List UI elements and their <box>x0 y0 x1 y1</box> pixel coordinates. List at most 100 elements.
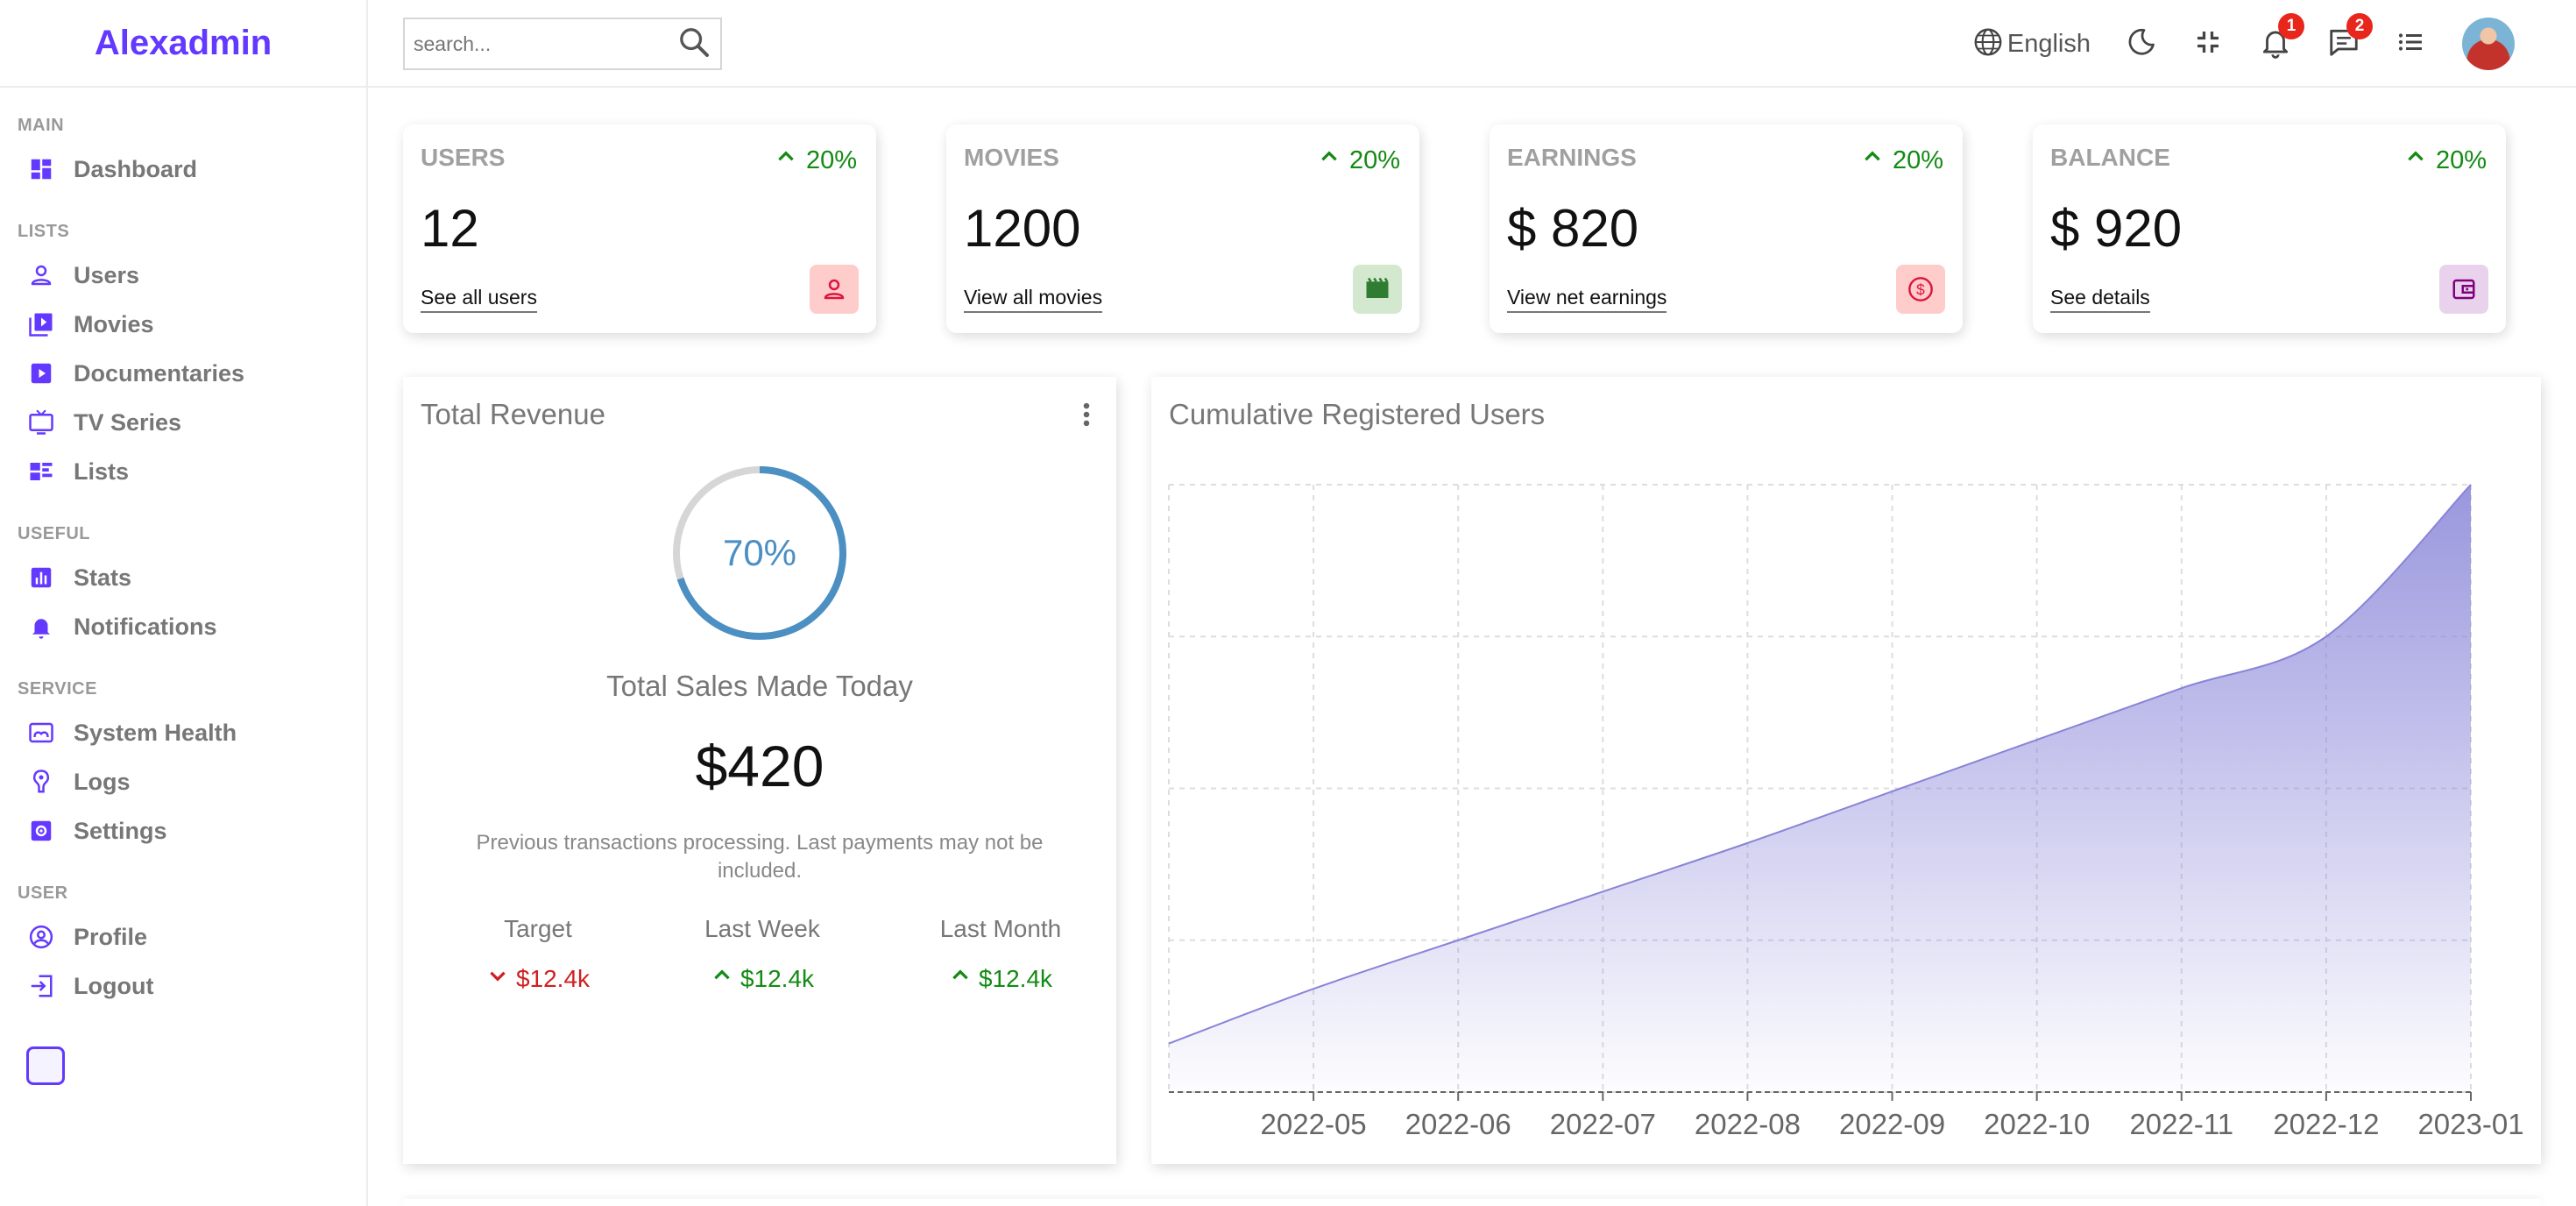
widget-percentage: 20% <box>1861 145 1943 175</box>
widget-link[interactable]: See all users <box>421 286 537 313</box>
widget-balance: BALANCE 20% $ 920 See details <box>2033 124 2506 333</box>
lists-icon <box>26 457 56 486</box>
logs-icon <box>26 767 56 797</box>
sidebar-item-movies[interactable]: Movies <box>0 300 366 349</box>
language-label: English <box>2006 29 2091 58</box>
sidebar-item-users[interactable]: Users <box>0 251 366 300</box>
summary-label: Target <box>504 915 572 942</box>
moon-icon <box>2126 26 2157 62</box>
arrow-up-icon <box>711 964 740 993</box>
summary-label: Last Week <box>704 915 820 942</box>
summary-value: $12.4k <box>442 964 634 993</box>
sidebar-item-lists[interactable]: Lists <box>0 447 366 496</box>
sidebar-section-title: USER <box>18 883 68 903</box>
x-tick-label: 2022-05 <box>1261 1108 1367 1140</box>
sidebar-item-logout[interactable]: Logout <box>0 961 366 1011</box>
sidebar: Alexadmin MAIN Dashboard LISTS Users Movies D… <box>0 0 368 1206</box>
sidebar-item-dashboard[interactable]: Dashboard <box>0 145 366 194</box>
sidebar-item-label: Profile <box>74 923 148 950</box>
widget-value: 12 <box>421 199 479 258</box>
summary-value: $12.4k <box>666 964 859 993</box>
x-tick-label: 2022-07 <box>1550 1108 1656 1140</box>
messages-button[interactable]: 2 <box>2327 12 2373 63</box>
more-vert-icon[interactable] <box>1079 400 1093 434</box>
video-library-icon <box>26 309 56 339</box>
list-icon <box>2396 26 2427 62</box>
brand-name[interactable]: Alexadmin <box>95 24 272 63</box>
sidebar-item-documentaries[interactable]: Documentaries <box>0 349 366 398</box>
notifications-button[interactable]: 1 <box>2259 12 2304 63</box>
sidebar-item-label: Movies <box>74 310 154 337</box>
sidebar-item-tv-series[interactable]: TV Series <box>0 398 366 447</box>
sidebar-item-label: Stats <box>74 564 132 591</box>
x-tick-label: 2022-08 <box>1695 1108 1801 1140</box>
arrow-up-icon <box>1318 145 1349 175</box>
svg-text:$: $ <box>1916 281 1925 299</box>
sidebar-item-stats[interactable]: Stats <box>0 553 366 602</box>
sidebar-item-label: Logs <box>74 768 131 795</box>
bar-chart-icon <box>26 563 56 592</box>
featured-description: Previous transactions processing. Last p… <box>476 831 1044 883</box>
sidebar-item-notifications[interactable]: Notifications <box>0 602 366 651</box>
x-tick-label: 2022-10 <box>1984 1108 2090 1140</box>
sidebar-item-label: Documentaries <box>74 359 245 387</box>
user-avatar[interactable] <box>2462 18 2515 70</box>
arrow-up-icon <box>2404 145 2436 175</box>
sidebar-section-title: USEFUL <box>18 524 90 543</box>
fullscreen-exit-icon <box>2192 26 2224 62</box>
widget-link[interactable]: View all movies <box>964 286 1103 313</box>
language-selector[interactable]: English <box>1972 26 2091 62</box>
widget-percentage: 20% <box>1318 145 1400 175</box>
system-health-icon <box>26 718 56 748</box>
widget-title: MOVIES <box>964 144 1059 171</box>
sidebar-item-label: TV Series <box>74 408 182 436</box>
featured-subtitle: Total Sales Made Today <box>606 670 913 702</box>
widget-percent-value: 20% <box>1892 145 1943 174</box>
sidebar-item-label: Users <box>74 261 140 288</box>
search-input[interactable] <box>414 32 676 56</box>
person-outline-icon <box>26 260 56 290</box>
summary-amount: $12.4k <box>978 964 1053 992</box>
widget-percentage: 20% <box>775 145 857 175</box>
sidebar-item-system-health[interactable]: System Health <box>0 708 366 757</box>
arrow-up-icon <box>775 145 806 175</box>
tv-icon <box>26 408 56 437</box>
summary-value: $12.4k <box>904 964 1097 993</box>
movie-icon[interactable] <box>1353 265 1402 314</box>
person-icon[interactable] <box>810 265 859 314</box>
wallet-icon[interactable] <box>2439 265 2488 314</box>
summary-label: Last Month <box>939 915 1062 942</box>
widget-link[interactable]: See details <box>2050 286 2150 313</box>
sidebar-item-settings[interactable]: Settings <box>0 806 366 855</box>
summary-item-last-week: Last Week $12.4k <box>666 915 859 993</box>
progress-label: 70% <box>722 532 797 573</box>
arrow-up-icon <box>949 964 979 993</box>
widget-percent-value: 20% <box>2435 145 2487 174</box>
sales-amount: $420 <box>695 734 824 798</box>
widget-value: $ 820 <box>1507 199 1639 258</box>
widget-percent-value: 20% <box>1348 145 1400 174</box>
sidebar-nav: MAIN Dashboard LISTS Users Movies Documentari… <box>0 116 366 1011</box>
logo[interactable]: Alexadmin <box>0 0 366 88</box>
list-menu-button[interactable] <box>2396 26 2427 62</box>
area-chart: 2022-05 2022-06 2022-07 2022-08 2022-09 2022-… <box>1168 484 2524 1140</box>
sidebar-item-label: Logout <box>74 972 154 999</box>
search-icon[interactable] <box>676 25 711 64</box>
dark-mode-toggle[interactable] <box>2126 26 2157 62</box>
arrow-up-icon <box>1861 145 1893 175</box>
dollar-icon[interactable]: $ <box>1896 265 1945 314</box>
sidebar-item-logs[interactable]: Logs <box>0 757 366 806</box>
fullscreen-exit-button[interactable] <box>2192 26 2224 62</box>
widget-link[interactable]: View net earnings <box>1507 286 1667 313</box>
theme-color-option[interactable] <box>26 1046 65 1085</box>
x-tick-label: 2022-06 <box>1405 1108 1511 1140</box>
sidebar-item-profile[interactable]: Profile <box>0 912 366 961</box>
summary-amount: $12.4k <box>740 964 815 992</box>
arrow-down-icon <box>486 964 516 993</box>
x-tick-label: 2022-09 <box>1839 1108 1945 1140</box>
widget-value: 1200 <box>964 199 1081 258</box>
sidebar-item-label: Lists <box>74 458 130 485</box>
total-revenue-card: Total Revenue 70% Total Sales Made Today… <box>403 377 1116 1164</box>
dashboard-icon <box>26 154 56 184</box>
settings-icon <box>26 816 56 846</box>
